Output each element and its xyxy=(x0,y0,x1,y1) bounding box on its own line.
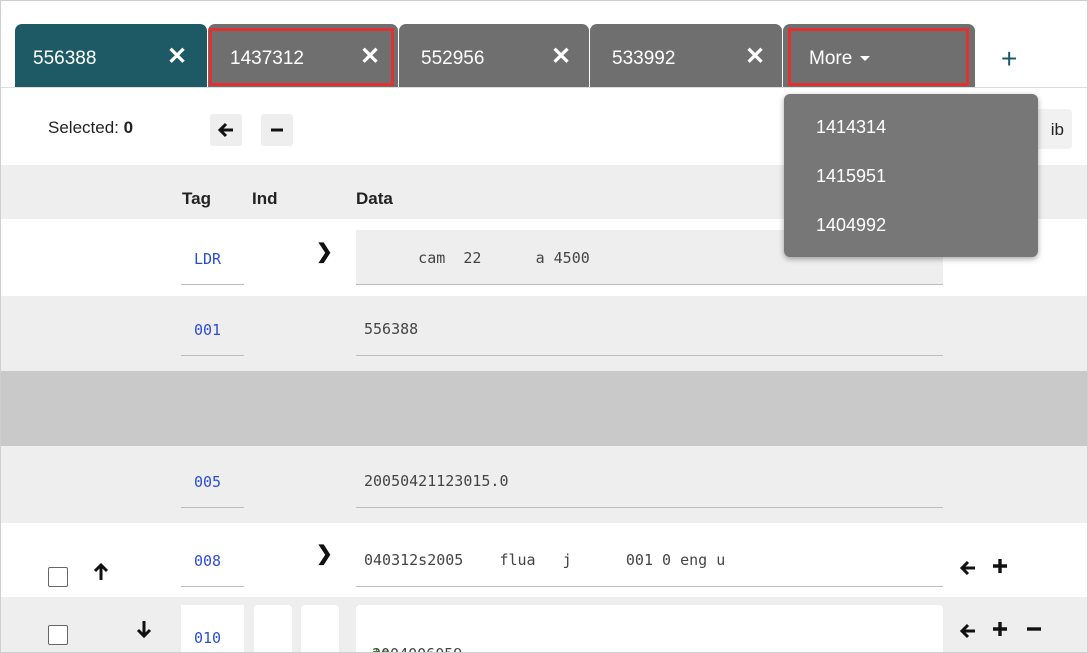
tag-field[interactable]: 008 xyxy=(181,532,244,587)
arrow-down-icon[interactable] xyxy=(136,620,152,644)
menu-item-record[interactable]: 1415951 xyxy=(816,166,886,187)
tab-label: 533992 xyxy=(612,48,676,69)
tab-record-1437312[interactable]: 1437312 ✕ xyxy=(208,24,398,87)
tab-record-552956[interactable]: 552956 ✕ xyxy=(399,24,589,87)
data-field[interactable]: 20050421123015.0 xyxy=(356,453,943,508)
tab-label: 556388 xyxy=(33,48,97,69)
arrow-up-icon[interactable] xyxy=(93,562,109,587)
menu-item-record[interactable]: 1404992 xyxy=(816,215,886,236)
tag-field[interactable]: LDR xyxy=(181,230,244,285)
data-field[interactable]: 040312s2005 flua j 001 0 eng u xyxy=(356,532,943,587)
header-data: Data xyxy=(356,189,393,208)
indicator-2-field[interactable] xyxy=(301,605,339,652)
header-ind: Ind xyxy=(252,189,278,208)
tag-field[interactable]: 010 xyxy=(181,605,244,652)
close-tab-icon[interactable]: ✕ xyxy=(167,43,187,71)
back-arrow-icon[interactable] xyxy=(210,114,242,146)
data-field[interactable]: 556388 xyxy=(356,301,943,356)
back-arrow-icon[interactable] xyxy=(959,620,977,646)
field-row-008: 008 ❯ 040312s2005 flua j 001 0 eng u xyxy=(1,523,1087,597)
plus-icon[interactable] xyxy=(991,555,1009,581)
tab-label: 1437312 xyxy=(230,48,304,69)
data-field[interactable]: ‡a 2004006059 xyxy=(356,605,943,652)
selected-count: Selected: 0 xyxy=(48,118,134,137)
chevron-right-icon[interactable]: ❯ xyxy=(316,541,333,566)
tab-record-533992[interactable]: 533992 ✕ xyxy=(590,24,782,87)
tag-field[interactable]: 001 xyxy=(181,301,244,356)
header-tag: Tag xyxy=(182,189,211,208)
close-tab-icon[interactable]: ✕ xyxy=(360,43,380,71)
minus-icon[interactable] xyxy=(1025,618,1043,644)
field-row-010: 010 ‡a 2004006059 xyxy=(1,597,1087,652)
field-row-001: 001 556388 xyxy=(1,296,1087,371)
chevron-right-icon[interactable]: ❯ xyxy=(316,239,333,264)
empty-row xyxy=(1,371,1087,446)
back-arrow-icon[interactable] xyxy=(959,557,977,583)
field-row-005: 005 20050421123015.0 xyxy=(1,446,1087,523)
more-label: More xyxy=(809,48,853,69)
minus-icon[interactable] xyxy=(261,114,293,146)
chevron-down-icon xyxy=(860,56,871,62)
more-tabs-dropdown[interactable]: More xyxy=(783,24,975,87)
row-checkbox[interactable] xyxy=(48,567,68,587)
tab-record-556388[interactable]: 556388 ✕ xyxy=(15,24,207,87)
record-tab-bar: 556388 ✕ 1437312 ✕ 552956 ✕ 533992 ✕ Mor… xyxy=(1,1,1087,87)
more-tabs-menu: 1414314 1415951 1404992 xyxy=(784,94,1038,257)
marc-editor: 556388 ✕ 1437312 ✕ 552956 ✕ 533992 ✕ Mor… xyxy=(0,0,1088,653)
menu-item-record[interactable]: 1414314 xyxy=(816,117,886,138)
tab-label: 552956 xyxy=(421,48,485,69)
row-checkbox[interactable] xyxy=(48,625,68,645)
close-tab-icon[interactable]: ✕ xyxy=(745,43,765,71)
close-tab-icon[interactable]: ✕ xyxy=(551,43,571,71)
indicator-1-field[interactable] xyxy=(254,605,292,652)
tag-field[interactable]: 005 xyxy=(181,453,244,508)
plus-icon[interactable] xyxy=(991,618,1009,644)
add-tab-button[interactable]: + xyxy=(1001,45,1017,73)
